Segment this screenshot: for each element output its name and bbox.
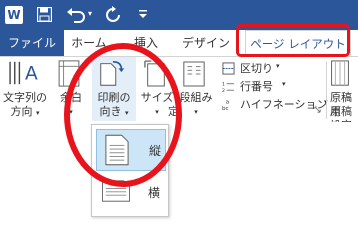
columns-dropdown-icon: ▾ [194,108,198,116]
svg-text:bc: bc [222,106,229,111]
redo-icon[interactable] [104,6,122,24]
line-numbers-button[interactable]: 12 行番号 ▾ [220,79,320,95]
group-separator [326,61,327,119]
word-app-icon[interactable]: W [5,6,23,24]
undo-dropdown-icon[interactable]: ▾ [88,9,92,18]
breaks-label: 区切り [240,62,273,75]
text-direction-label-2: 方向 [10,105,33,118]
line-numbers-label: 行番号 [240,80,273,93]
document-page[interactable] [0,122,358,246]
landscape-label: 横 [148,186,161,200]
columns-label: 段組み [179,91,213,104]
manuscript-icon [331,60,349,86]
breaks-button[interactable]: 区切り ▾ [220,61,320,77]
text-direction-button[interactable]: A 文字列の 方向 ▾ [2,57,48,121]
columns-icon [183,61,205,87]
breaks-dropdown-icon: ▾ [276,62,280,70]
highlight-rectangle [236,24,350,57]
hyphenation-icon: a bc [222,100,229,111]
text-direction-dropdown-icon: ▾ [35,109,40,117]
highlight-circle [64,43,182,187]
svg-text:2: 2 [222,88,225,93]
text-direction-icon: A [9,61,38,85]
word-app-letter: W [7,8,21,22]
line-numbers-icon: 12 [222,82,235,93]
text-direction-label-1: 文字列の [3,91,47,104]
svg-text:1: 1 [222,82,225,88]
undo-icon[interactable] [66,6,86,24]
customize-toolbar-icon[interactable] [137,8,149,20]
save-icon[interactable] [37,7,52,22]
tab-file[interactable]: ファイル [0,30,64,56]
page-setup-launcher-icon[interactable] [314,106,321,113]
breaks-icon [222,62,235,75]
svg-text:A: A [25,64,38,85]
line-numbers-dropdown-icon: ▾ [282,80,286,88]
tab-design[interactable]: デザイン [182,30,230,56]
svg-text:a: a [226,100,229,106]
